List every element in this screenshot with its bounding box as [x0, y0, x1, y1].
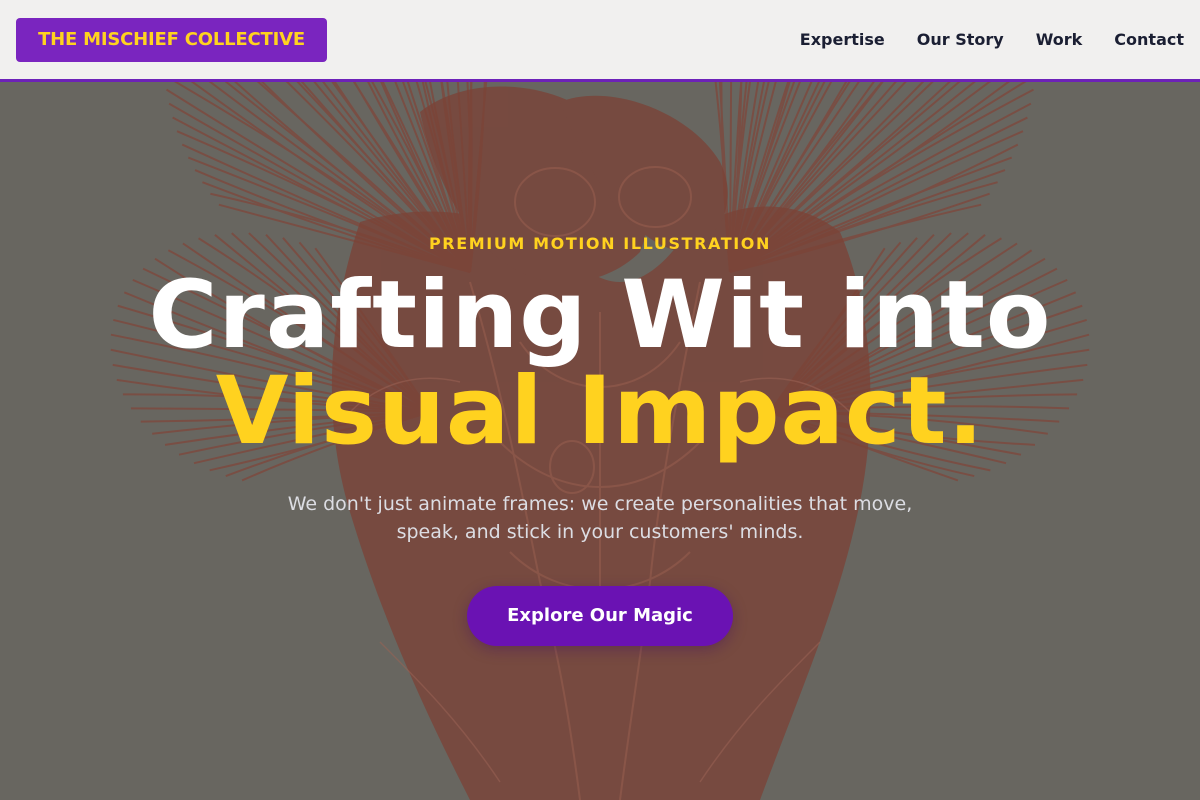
nav-link-our-story[interactable]: Our Story	[917, 30, 1004, 49]
hero-eyebrow: PREMIUM MOTION ILLUSTRATION	[0, 234, 1200, 253]
hero-section: PREMIUM MOTION ILLUSTRATION Crafting Wit…	[0, 82, 1200, 800]
explore-magic-button[interactable]: Explore Our Magic	[467, 586, 733, 646]
landing-page: THE MISCHIEF COLLECTIVE Expertise Our St…	[0, 0, 1200, 800]
main-nav: Expertise Our Story Work Contact	[800, 0, 1184, 79]
headline-line-2: Visual Impact.	[0, 364, 1200, 460]
nav-link-expertise[interactable]: Expertise	[800, 30, 885, 49]
headline-line-1: Crafting Wit into	[0, 268, 1200, 364]
site-header: THE MISCHIEF COLLECTIVE Expertise Our St…	[0, 0, 1200, 82]
hero-subtext: We don't just animate frames: we create …	[250, 490, 950, 546]
subtext-line-1: We don't just animate frames: we create …	[288, 493, 913, 515]
subtext-line-2: speak, and stick in your customers' mind…	[397, 521, 804, 543]
brand-logo[interactable]: THE MISCHIEF COLLECTIVE	[16, 18, 327, 62]
nav-link-work[interactable]: Work	[1036, 30, 1083, 49]
hero-headline: Crafting Wit into Visual Impact.	[0, 268, 1200, 460]
nav-link-contact[interactable]: Contact	[1114, 30, 1184, 49]
